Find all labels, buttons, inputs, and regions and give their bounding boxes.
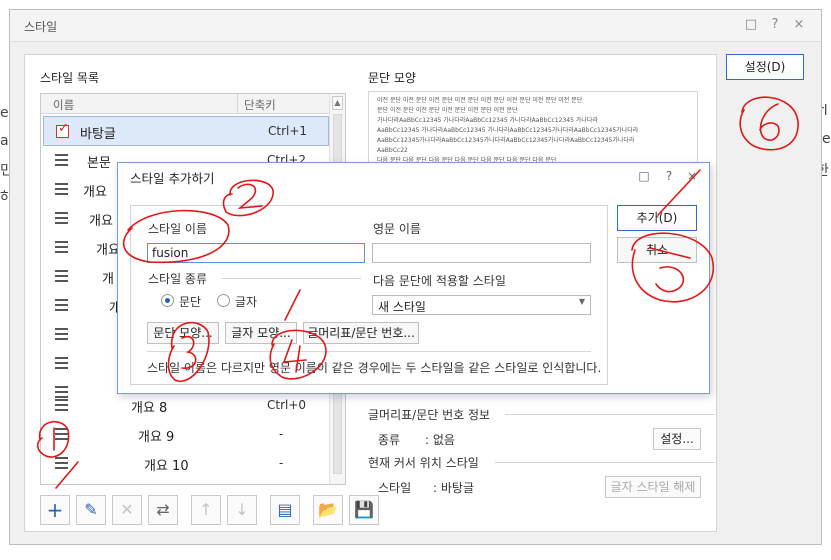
item-name: 바탕글 <box>80 127 116 142</box>
save-style-button[interactable]: 💾 <box>349 495 379 525</box>
type-char-radio[interactable] <box>217 294 230 307</box>
english-name-input[interactable] <box>372 243 591 263</box>
item-name: 개요 <box>89 214 113 229</box>
import-style-button[interactable]: ▤ <box>270 495 300 525</box>
dropdown-arrow-icon: ▼ <box>578 297 585 306</box>
scroll-up-icon[interactable]: ▲ <box>332 96 343 110</box>
paragraph-style-icon <box>55 241 68 254</box>
edit-style-button[interactable]: ✎ <box>76 495 106 525</box>
help-icon[interactable]: ? <box>766 16 784 34</box>
add-style-button[interactable]: + <box>40 495 70 525</box>
paragraph-style-icon <box>55 328 68 341</box>
style-checked-icon <box>56 121 69 138</box>
preview-line: AaBbCc22 <box>377 147 408 154</box>
item-key: Ctrl+0 <box>267 398 307 412</box>
style-list-label: 스타일 목록 <box>40 71 100 85</box>
paragraph-style-icon <box>55 428 68 441</box>
add-style-dialog: 스타일 추가하기 □ ? × 스타일 이름 fusion 영문 이름 스타일 종… <box>117 162 710 394</box>
style-dialog-titlebar: 스타일 □ ? × <box>10 10 821 42</box>
add-dialog-title: 스타일 추가하기 <box>130 171 215 186</box>
help-icon[interactable]: ? <box>661 168 677 184</box>
item-name: 개요 10 <box>144 459 189 474</box>
restore-icon[interactable]: □ <box>742 16 760 34</box>
list-header: 이름 단축키 <box>41 94 331 114</box>
settings-button[interactable]: 설정(D) <box>726 54 804 80</box>
item-name: 본문 <box>87 156 111 171</box>
paragraph-style-icon <box>55 270 68 283</box>
preview-line: 이전 문단 이전 문단 이전 문단 이전 문단 이전 문단 이전 문단 이전 문… <box>377 97 583 104</box>
restore-icon[interactable]: □ <box>636 168 652 184</box>
add-button[interactable]: 추가(D) <box>617 205 697 231</box>
style-name-label: 스타일 이름 <box>148 222 208 236</box>
style-type-divider <box>221 278 361 279</box>
next-style-label: 다음 문단에 적용할 스타일 <box>373 274 506 288</box>
note-divider <box>147 351 591 352</box>
paragraph-style-icon <box>55 183 68 196</box>
next-style-value: 새 스타일 <box>378 300 426 314</box>
paragraph-style-icon <box>55 357 68 370</box>
cursor-style-value: : 바탕글 <box>433 481 474 495</box>
paragraph-style-icon <box>55 399 68 412</box>
paragraph-preview: 이전 문단 이전 문단 이전 문단 이전 문단 이전 문단 이전 문단 이전 문… <box>368 91 698 165</box>
numbering-info-label: 글머리표/문단 번호 정보 <box>368 408 491 422</box>
cursor-style-label-name: 스타일 <box>378 481 412 495</box>
next-style-select[interactable]: 새 스타일 ▼ <box>372 295 591 315</box>
numbering-kind-value: : 없음 <box>425 433 455 447</box>
bg-fragment: a <box>0 133 9 149</box>
numbering-kind-label: 종류 <box>378 433 401 447</box>
item-name: 개 <box>102 272 114 287</box>
numbering-button[interactable]: 글머리표/문단 번호... <box>303 322 419 344</box>
numbering-settings-button[interactable]: 설정... <box>653 428 701 450</box>
item-name: 개요 9 <box>138 430 175 445</box>
move-up-button[interactable]: ↑ <box>191 495 221 525</box>
paragraph-shape-label: 문단 모양 <box>368 71 416 85</box>
bg-fragment: e <box>822 131 831 147</box>
item-key: Ctrl+1 <box>268 124 308 138</box>
close-icon[interactable]: × <box>790 16 808 34</box>
close-icon[interactable]: × <box>684 168 700 184</box>
header-name: 이름 <box>53 98 75 112</box>
preview-line: 가나다라AaBbCc12345 가나다라AaBbCc12345 가나다라AaBb… <box>377 117 598 124</box>
preview-line: AaBbCc12345 가나다라AaBbCc12345 가나다라AaBbCc12… <box>377 127 639 134</box>
bg-fragment: e <box>0 105 9 121</box>
item-key: - <box>279 427 284 441</box>
open-style-button[interactable]: 📂 <box>313 495 343 525</box>
char-shape-button[interactable]: 글자 모양... <box>225 322 297 344</box>
list-item[interactable]: 바탕글 Ctrl+1 <box>43 116 329 146</box>
paragraph-style-icon <box>55 457 68 470</box>
item-name: 개요 <box>83 185 107 200</box>
header-divider <box>237 94 238 114</box>
style-note: 스타일 이름은 다르지만 영문 이름이 같은 경우에는 두 스타일을 같은 스타… <box>147 361 602 375</box>
cancel-button[interactable]: 취소 <box>617 237 697 263</box>
list-item[interactable]: 개요 10 - <box>43 449 329 479</box>
replace-style-button[interactable]: ⇄ <box>148 495 178 525</box>
paragraph-style-icon <box>55 299 68 312</box>
style-type-label: 스타일 종류 <box>148 272 208 286</box>
paragraph-shape-button[interactable]: 문단 모양... <box>147 322 219 344</box>
clear-char-style-button[interactable]: 글자 스타일 해제 <box>605 476 701 498</box>
move-down-button[interactable]: ↓ <box>227 495 257 525</box>
item-key: - <box>279 456 284 470</box>
type-paragraph-radio[interactable] <box>161 294 174 307</box>
header-key: 단축키 <box>244 98 276 112</box>
preview-line: 문단 이전 문단 이전 문단 이전 문단 이전 문단 이전 문단 <box>377 107 518 114</box>
paragraph-style-icon <box>55 212 68 225</box>
numbering-divider <box>505 414 715 415</box>
paragraph-style-icon <box>55 154 68 167</box>
preview-line: AaBbCc12345가나다라AaBbCc12345가나다라AaBbCc1234… <box>377 137 635 144</box>
list-item[interactable]: 개요 9 - <box>43 420 329 450</box>
cursor-style-label: 현재 커서 위치 스타일 <box>368 456 479 470</box>
cursor-style-divider <box>495 462 715 463</box>
add-style-form: 스타일 이름 fusion 영문 이름 스타일 종류 문단 글자 다음 문단에 … <box>130 205 608 385</box>
type-paragraph-label[interactable]: 문단 <box>179 293 201 310</box>
delete-style-button[interactable]: ✕ <box>112 495 142 525</box>
type-char-label[interactable]: 글자 <box>235 293 257 310</box>
item-name: 개요 8 <box>131 401 168 416</box>
list-item[interactable]: 개요 8 Ctrl+0 <box>43 391 329 421</box>
dialog-title: 스타일 <box>24 20 58 34</box>
english-name-label: 영문 이름 <box>373 222 421 236</box>
style-name-input[interactable]: fusion <box>147 243 365 263</box>
